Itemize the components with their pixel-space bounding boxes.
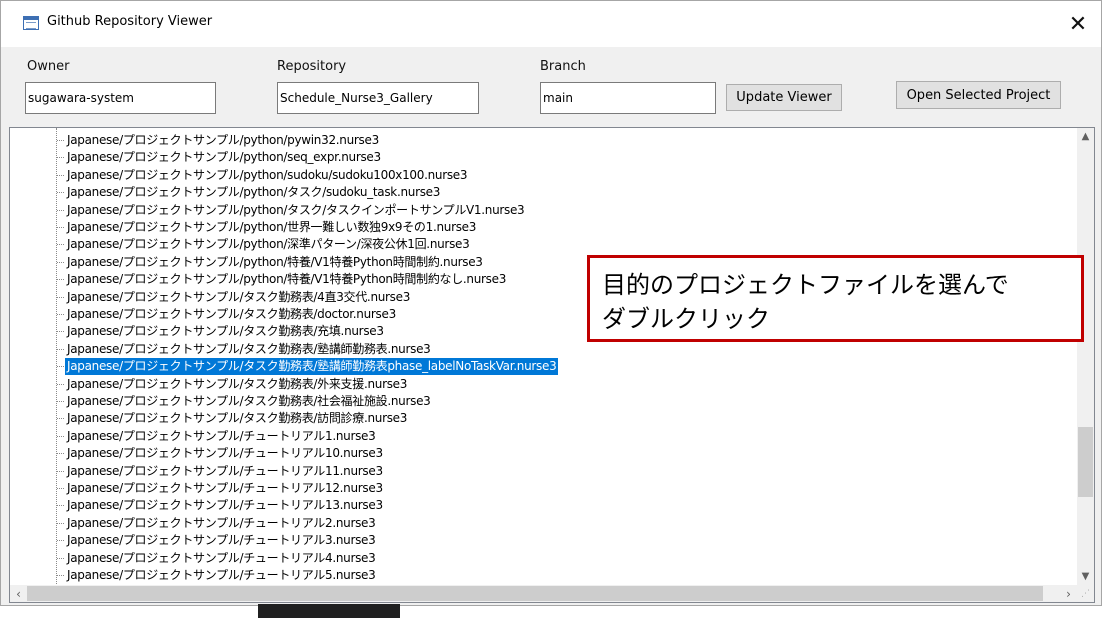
tree-item[interactable]: Japanese/プロジェクトサンプル/タスク勤務表/外来支援.nurse3	[10, 376, 1077, 393]
tree-item-label: Japanese/プロジェクトサンプル/チュートリアル12.nurse3	[67, 481, 383, 495]
horizontal-scroll-thumb[interactable]	[27, 586, 1043, 601]
tree-item[interactable]: Japanese/プロジェクトサンプル/python/タスク/sudoku_ta…	[10, 184, 1077, 201]
tree-connector	[57, 227, 64, 228]
tree-item[interactable]: Japanese/プロジェクトサンプル/チュートリアル12.nurse3	[10, 480, 1077, 497]
tree-item-label: Japanese/プロジェクトサンプル/チュートリアル13.nurse3	[67, 498, 383, 513]
size-grip-icon: ⋰	[1077, 585, 1094, 602]
repository-label: Repository	[277, 59, 347, 74]
tree-item[interactable]: Japanese/プロジェクトサンプル/タスク勤務表/訪問診療.nurse3	[10, 410, 1077, 427]
tree-connector	[57, 314, 64, 315]
file-tree-list: Japanese/プロジェクトサンプル/python/pywin32.nurse…	[10, 128, 1077, 585]
chevron-down-icon[interactable]: ▼	[1077, 568, 1094, 585]
tree-item-label: Japanese/プロジェクトサンプル/python/特養/V1特養Python…	[67, 272, 507, 287]
title-bar: Github Repository Viewer ✕	[1, 1, 1101, 47]
tree-item-label: Japanese/プロジェクトサンプル/タスク勤務表/充填.nurse3	[67, 324, 384, 339]
tree-item-label: Japanese/プロジェクトサンプル/python/世界一難しい数独9x9その…	[67, 220, 477, 234]
tree-item[interactable]: Japanese/プロジェクトサンプル/チュートリアル3.nurse3	[10, 532, 1077, 549]
tree-item-label: Japanese/プロジェクトサンプル/python/特養/V1特養Python…	[67, 254, 483, 269]
tree-connector	[57, 209, 64, 211]
tree-connector	[57, 557, 64, 559]
tree-item[interactable]: Japanese/プロジェクトサンプル/チュートリアル11.nurse3	[10, 463, 1077, 480]
tree-item-label: Japanese/プロジェクトサンプル/python/タスク/タスクインポートサ…	[67, 202, 525, 217]
tree-item[interactable]: Japanese/プロジェクトサンプル/python/タスク/タスクインポートサ…	[10, 202, 1077, 219]
tree-connector	[57, 418, 64, 420]
tree-item-label: Japanese/プロジェクトサンプル/python/タスク/sudoku_ta…	[67, 185, 441, 200]
vertical-scrollbar[interactable]: ▲ ▼	[1077, 128, 1094, 585]
tree-item[interactable]: Japanese/プロジェクトサンプル/タスク勤務表/塾講師勤務表phase_l…	[10, 358, 1077, 376]
tree-item-label: Japanese/プロジェクトサンプル/チュートリアル5.nurse3	[67, 568, 376, 582]
tree-connector	[57, 435, 64, 437]
repository-input[interactable]	[277, 82, 479, 114]
chevron-left-icon[interactable]: ‹	[10, 585, 27, 602]
branch-label: Branch	[540, 59, 586, 74]
open-selected-project-button[interactable]: Open Selected Project	[896, 81, 1061, 109]
tree-connector	[57, 453, 64, 455]
tree-connector	[57, 296, 64, 298]
app-window-icon	[23, 16, 39, 30]
background-strip	[258, 604, 400, 618]
window-title: Github Repository Viewer	[47, 14, 213, 29]
tree-item[interactable]: Japanese/プロジェクトサンプル/チュートリアル5.nurse3	[10, 567, 1077, 584]
close-icon: ✕	[1068, 11, 1088, 37]
close-button[interactable]: ✕	[1055, 1, 1101, 47]
tree-connector	[57, 157, 64, 159]
tree-item-label: Japanese/プロジェクトサンプル/チュートリアル1.nurse3	[67, 428, 376, 443]
tree-item[interactable]: Japanese/プロジェクトサンプル/python/sudoku/sudoku…	[10, 167, 1077, 184]
chevron-right-icon[interactable]: ›	[1060, 585, 1077, 602]
tree-item[interactable]: Japanese/プロジェクトサンプル/python/seq_expr.nurs…	[10, 149, 1077, 166]
tree-connector	[57, 174, 64, 176]
tree-connector	[57, 488, 64, 489]
tree-item-label: Japanese/プロジェクトサンプル/チュートリアル3.nurse3	[67, 533, 376, 548]
vertical-scroll-thumb[interactable]	[1078, 427, 1093, 498]
tree-item-label: Japanese/プロジェクトサンプル/チュートリアル2.nurse3	[67, 515, 376, 530]
tree-item[interactable]: Japanese/プロジェクトサンプル/チュートリアル13.nurse3	[10, 497, 1077, 514]
tree-connector	[57, 348, 64, 350]
tree-item[interactable]: Japanese/プロジェクトサンプル/チュートリアル10.nurse3	[10, 445, 1077, 462]
tree-connector	[57, 192, 64, 194]
tree-item-label: Japanese/プロジェクトサンプル/タスク勤務表/4直3交代.nurse3	[67, 289, 411, 304]
tree-item-label: Japanese/プロジェクトサンプル/python/seq_expr.nurs…	[67, 150, 381, 165]
tree-connector	[57, 522, 64, 524]
tree-connector	[57, 383, 64, 385]
tree-item-label: Japanese/プロジェクトサンプル/タスク勤務表/訪問診療.nurse3	[67, 411, 408, 426]
tree-item-label: Japanese/プロジェクトサンプル/タスク勤務表/doctor.nurse3	[67, 307, 396, 321]
tree-item-label: Japanese/プロジェクトサンプル/チュートリアル10.nurse3	[67, 446, 383, 461]
tree-connector	[57, 470, 64, 472]
tree-connector	[57, 261, 64, 263]
tree-connector	[57, 140, 64, 141]
tree-item-label: Japanese/プロジェクトサンプル/チュートリアル11.nurse3	[67, 463, 383, 478]
owner-input[interactable]	[25, 82, 216, 114]
instruction-callout: 目的のプロジェクトファイルを選んで ダブルクリック	[587, 255, 1084, 342]
tree-item[interactable]: Japanese/プロジェクトサンプル/チュートリアル2.nurse3	[10, 515, 1077, 532]
tree-connector	[57, 279, 64, 281]
file-tree[interactable]: Japanese/プロジェクトサンプル/python/pywin32.nurse…	[9, 127, 1095, 603]
tree-item-label: Japanese/プロジェクトサンプル/python/深準パターン/深夜公休1回…	[67, 237, 470, 252]
tree-item-label: Japanese/プロジェクトサンプル/python/pywin32.nurse…	[67, 133, 379, 147]
owner-label: Owner	[27, 59, 70, 74]
tree-item[interactable]: Japanese/プロジェクトサンプル/python/pywin32.nurse…	[10, 132, 1077, 149]
tree-item-label: Japanese/プロジェクトサンプル/タスク勤務表/塾講師勤務表.nurse3	[67, 341, 431, 356]
tree-connector	[57, 244, 64, 246]
chevron-up-icon[interactable]: ▲	[1077, 128, 1094, 145]
tree-item-label: Japanese/プロジェクトサンプル/タスク勤務表/社会福祉施設.nurse3	[67, 394, 431, 408]
tree-item[interactable]: Japanese/プロジェクトサンプル/チュートリアル4.nurse3	[10, 550, 1077, 567]
tree-connector	[57, 366, 64, 368]
tree-item-label: Japanese/プロジェクトサンプル/タスク勤務表/塾講師勤務表phase_l…	[65, 358, 559, 376]
tree-item-label: Japanese/プロジェクトサンプル/python/sudoku/sudoku…	[67, 167, 468, 182]
tree-connector	[57, 505, 64, 507]
branch-input[interactable]	[540, 82, 716, 114]
tree-item[interactable]: Japanese/プロジェクトサンプル/python/世界一難しい数独9x9その…	[10, 219, 1077, 236]
tree-item[interactable]: Japanese/プロジェクトサンプル/タスク勤務表/社会福祉施設.nurse3	[10, 393, 1077, 410]
tree-item-label: Japanese/プロジェクトサンプル/チュートリアル4.nurse3	[67, 550, 376, 565]
tree-connector	[57, 575, 64, 576]
tree-item[interactable]: Japanese/プロジェクトサンプル/タスク勤務表/塾講師勤務表.nurse3	[10, 341, 1077, 358]
tree-item-label: Japanese/プロジェクトサンプル/タスク勤務表/外来支援.nurse3	[67, 376, 408, 391]
tree-connector	[57, 331, 64, 333]
tree-item[interactable]: Japanese/プロジェクトサンプル/python/深準パターン/深夜公休1回…	[10, 236, 1077, 253]
horizontal-scrollbar[interactable]: ‹ ›	[10, 585, 1077, 602]
tree-connector	[57, 401, 64, 402]
update-viewer-button[interactable]: Update Viewer	[726, 84, 842, 111]
tree-item[interactable]: Japanese/プロジェクトサンプル/チュートリアル1.nurse3	[10, 428, 1077, 445]
tree-connector	[57, 540, 64, 542]
